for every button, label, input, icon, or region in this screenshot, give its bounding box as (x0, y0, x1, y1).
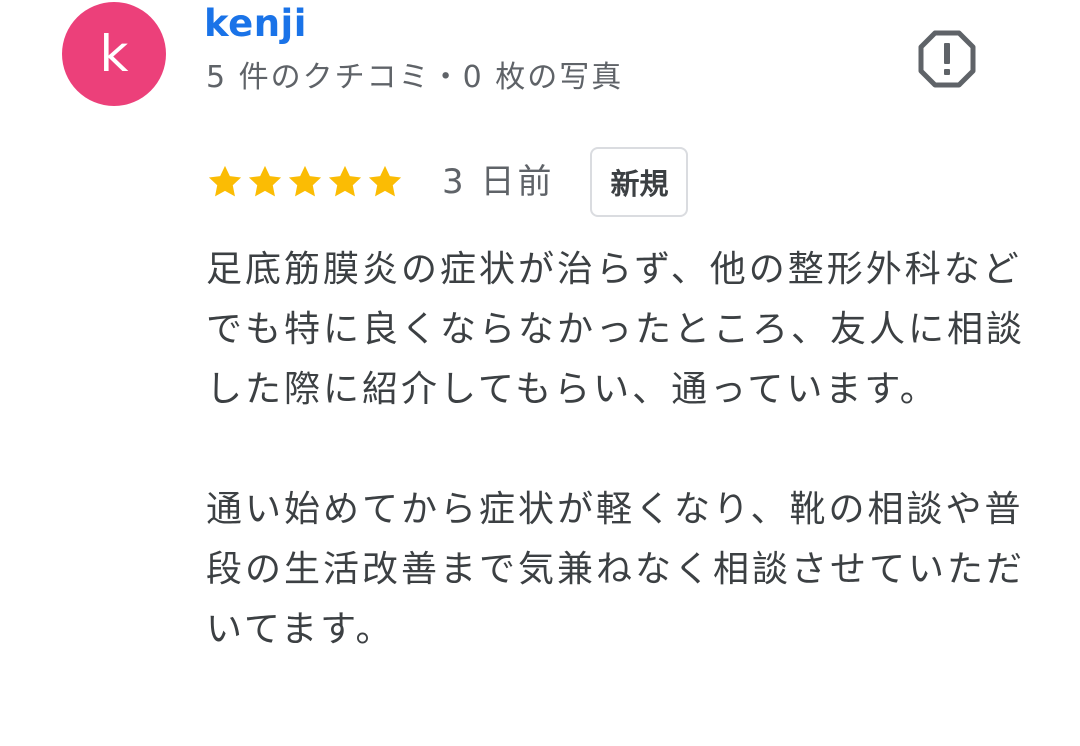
star-icon (248, 165, 282, 197)
rating-row: 3 日前 新規 (206, 146, 689, 218)
star-icon (288, 165, 322, 197)
star-icon (328, 165, 362, 197)
star-icon (208, 165, 242, 197)
review-paragraph: 足底筋膜炎の症状が治らず、他の整形外科などでも特に良くならなかったところ、友人に… (206, 249, 1026, 410)
avatar-initial: k (99, 25, 129, 83)
star-icon (368, 165, 402, 197)
review-text: 足底筋膜炎の症状が治らず、他の整形外科などでも特に良くならなかったところ、友人に… (206, 240, 1026, 660)
avatar[interactable]: k (62, 2, 166, 106)
review-paragraph: 通い始めてから症状が軽くなり、靴の相談や普段の生活改善まで気兼ねなく相談させてい… (206, 489, 1026, 650)
reviewer-name[interactable]: kenji (204, 2, 307, 46)
report-icon[interactable] (918, 30, 976, 88)
star-rating (206, 163, 404, 201)
reviewer-meta: 5 件のクチコミ・0 枚の写真 (206, 60, 624, 95)
review-date: 3 日前 (442, 162, 555, 202)
new-badge: 新規 (590, 147, 689, 217)
